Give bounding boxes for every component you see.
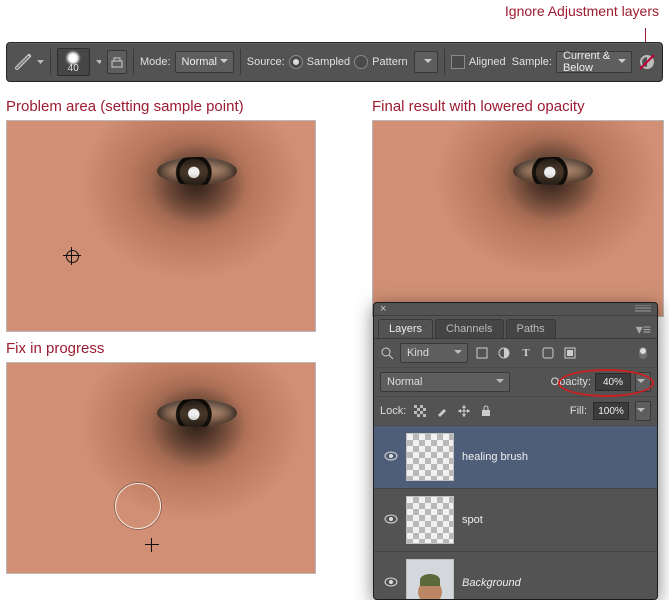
brush-preview-icon (67, 52, 79, 64)
opacity-label: Opacity: (551, 376, 591, 388)
visibility-toggle[interactable] (384, 514, 398, 527)
tab-paths[interactable]: Paths (506, 319, 556, 338)
lock-fill-row: Lock: Fill: 100% (374, 397, 657, 426)
visibility-toggle[interactable] (384, 577, 398, 590)
layer-name[interactable]: Background (462, 577, 521, 589)
source-sampled-radio[interactable] (289, 55, 303, 69)
lock-all-icon[interactable] (478, 403, 494, 419)
filter-shape-icon[interactable] (540, 345, 556, 361)
layer-thumbnail[interactable] (406, 496, 454, 544)
fill-slider-button[interactable] (635, 401, 651, 421)
pattern-picker[interactable] (414, 51, 438, 73)
mode-select[interactable]: Normal (175, 51, 234, 73)
tab-channels[interactable]: Channels (435, 319, 503, 338)
tab-layers[interactable]: Layers (378, 319, 433, 338)
source-label: Source: (247, 56, 285, 68)
opacity-field[interactable]: 40% (595, 373, 631, 391)
layer-thumbnail[interactable] (406, 559, 454, 600)
layer-row[interactable]: healing brush (374, 426, 657, 489)
caption-final-result: Final result with lowered opacity (372, 98, 585, 115)
pressure-size-toggle[interactable] (107, 50, 127, 74)
lock-label: Lock: (380, 405, 406, 417)
lock-pixels-icon[interactable] (434, 403, 450, 419)
layer-thumbnail[interactable] (406, 433, 454, 481)
layer-name[interactable]: spot (462, 514, 483, 526)
opacity-slider-button[interactable] (635, 372, 651, 392)
panel-collapse-icon[interactable] (635, 305, 651, 313)
filter-pixel-icon[interactable] (474, 345, 490, 361)
source-pattern-radio[interactable] (354, 55, 368, 69)
fill-label: Fill: (570, 405, 587, 417)
pressure-icon (110, 55, 124, 69)
source-pattern-label: Pattern (372, 56, 407, 68)
caption-fix-in-progress: Fix in progress (6, 340, 104, 357)
filter-toggle-switch[interactable] (635, 345, 651, 361)
blend-mode-select[interactable]: Normal (380, 372, 510, 392)
fill-field[interactable]: 100% (593, 402, 629, 420)
sample-point-cursor-icon (63, 247, 81, 265)
blend-opacity-row: Normal Opacity: 40% (374, 368, 657, 397)
sample-source-cursor-icon (145, 538, 159, 552)
brush-size-value: 40 (68, 64, 79, 73)
panel-close-button[interactable]: × (380, 303, 386, 315)
visibility-toggle[interactable] (384, 451, 398, 464)
lock-position-icon[interactable] (456, 403, 472, 419)
ignore-adjustment-layers-toggle[interactable] (638, 52, 656, 72)
aligned-label: Aligned (469, 56, 506, 68)
panel-menu-button[interactable]: ▾≡ (636, 321, 651, 338)
brush-preset-picker[interactable]: 40 (57, 48, 90, 76)
layers-panel: × Layers Channels Paths ▾≡ Kind T Normal… (373, 302, 658, 600)
mode-label: Mode: (140, 56, 171, 68)
lock-transparency-icon[interactable] (412, 403, 428, 419)
chevron-down-icon[interactable] (96, 59, 102, 66)
brush-cursor-icon (115, 483, 161, 529)
image-fix-in-progress (6, 362, 316, 574)
aligned-checkbox[interactable] (451, 55, 465, 69)
filter-adjustment-icon[interactable] (496, 345, 512, 361)
sample-label: Sample: (512, 56, 552, 68)
layer-row[interactable]: Background (374, 552, 657, 600)
sample-select[interactable]: Current & Below (556, 51, 632, 73)
tool-preset-picker[interactable] (13, 52, 44, 72)
image-problem-area (6, 120, 316, 332)
callout-ignore-adjustment: Ignore Adjustment layers (505, 3, 659, 19)
search-icon (380, 346, 394, 360)
filter-smart-icon[interactable] (562, 345, 578, 361)
image-final-result (372, 120, 664, 317)
chevron-down-icon (37, 59, 44, 66)
ignore-adjustment-icon (638, 53, 656, 71)
healing-brush-options-bar: 40 Mode: Normal Source: Sampled Pattern … (6, 42, 663, 82)
layer-filter-row: Kind T (374, 339, 657, 368)
filter-kind-select[interactable]: Kind (400, 343, 468, 363)
layer-row[interactable]: spot (374, 489, 657, 552)
healing-brush-tool-icon (13, 52, 33, 72)
filter-type-icon[interactable]: T (518, 345, 534, 361)
layer-name[interactable]: healing brush (462, 451, 528, 463)
layer-list: healing brush spot Background (374, 426, 657, 600)
source-sampled-label: Sampled (307, 56, 350, 68)
caption-problem-area: Problem area (setting sample point) (6, 98, 244, 115)
